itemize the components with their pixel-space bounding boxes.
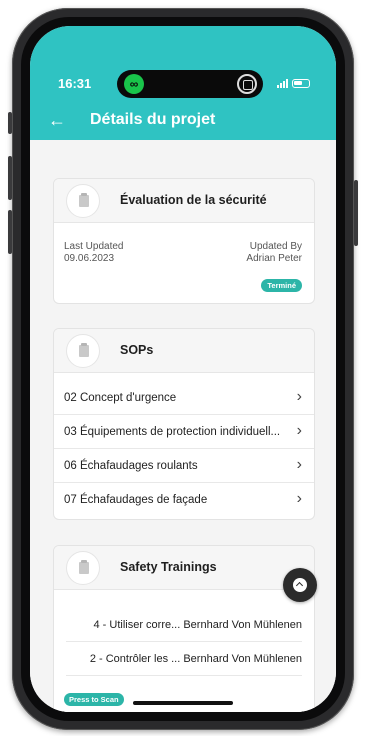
clipboard-icon [66, 184, 100, 218]
chevron-right-icon: › [296, 490, 302, 507]
status-icons [277, 78, 310, 88]
phone-bezel: 16:31 ∞ ← Détails du projet Évaluation d… [21, 17, 345, 721]
last-updated-block: Last Updated 09.06.2023 [64, 241, 124, 264]
chevron-right-icon: › [296, 388, 302, 405]
scroll-up-button[interactable] [283, 568, 317, 602]
sop-item-label: 03 Équipements de protection individuell… [64, 426, 281, 438]
training-item[interactable]: 2 - Contrôler les ... Bernhard Von Mühle… [66, 642, 302, 676]
back-arrow-icon[interactable]: ← [48, 110, 66, 130]
training-item-label: 2 - Contrôler les ... Bernhard Von Mühle… [89, 653, 302, 665]
screen-mirror-icon [237, 74, 257, 94]
status-badge: Terminé [261, 279, 302, 292]
card-header: SOPs [54, 329, 314, 373]
clipboard-icon [66, 334, 100, 368]
power-button [354, 180, 358, 246]
last-updated-value: 09.06.2023 [64, 253, 115, 264]
sop-item[interactable]: 03 Équipements de protection individuell… [54, 415, 314, 449]
sops-card: SOPs 02 Concept d'urgence › 03 Équipemen… [53, 328, 315, 520]
press-to-scan-button[interactable]: Press to Scan [64, 693, 124, 706]
updated-by-value: Adrian Peter [246, 253, 302, 264]
status-bar: 16:31 ∞ [30, 70, 336, 98]
mute-switch [8, 112, 12, 134]
sop-list: 02 Concept d'urgence › 03 Équipements de… [54, 373, 314, 517]
app-header: 16:31 ∞ ← Détails du projet [30, 26, 336, 140]
sop-item-label: 02 Concept d'urgence [64, 392, 177, 404]
card-title: SOPs [120, 343, 154, 357]
signal-icon [277, 78, 288, 88]
nav-bar: ← Détails du projet [30, 108, 336, 138]
card-header: Safety Trainings [54, 546, 314, 590]
updated-by-block: Updated By Adrian Peter [246, 241, 302, 264]
safety-trainings-card: Safety Trainings 4 - Utiliser corre... B… [53, 545, 315, 712]
clipboard-icon [66, 551, 100, 585]
sop-item[interactable]: 02 Concept d'urgence › [54, 381, 314, 415]
link-icon: ∞ [124, 74, 144, 94]
last-updated-label: Last Updated [64, 241, 124, 252]
card-title: Évaluation de la sécurité [120, 193, 267, 207]
sop-item-label: 07 Échafaudages de façade [64, 494, 208, 506]
training-list: 4 - Utiliser corre... Bernhard Von Mühle… [54, 590, 314, 676]
training-item-label: 4 - Utiliser corre... Bernhard Von Mühle… [93, 619, 303, 631]
chevron-right-icon: › [296, 422, 302, 439]
volume-up-button [8, 156, 12, 200]
volume-down-button [8, 210, 12, 254]
sop-item-label: 06 Échafaudages roulants [64, 460, 198, 472]
sop-item[interactable]: 07 Échafaudages de façade › [54, 483, 314, 517]
home-indicator[interactable] [133, 701, 233, 705]
chevron-right-icon: › [296, 456, 302, 473]
battery-icon [292, 78, 310, 88]
page-title: Détails du projet [90, 111, 216, 128]
card-header: Évaluation de la sécurité [54, 179, 314, 223]
screen: 16:31 ∞ ← Détails du projet Évaluation d… [30, 26, 336, 712]
phone-frame: 16:31 ∞ ← Détails du projet Évaluation d… [12, 8, 354, 730]
updated-by-label: Updated By [249, 241, 302, 252]
scroll-up-icon [293, 578, 307, 592]
dynamic-island: ∞ [117, 70, 263, 98]
safety-evaluation-card[interactable]: Évaluation de la sécurité Last Updated 0… [53, 178, 315, 304]
status-time: 16:31 [58, 76, 92, 91]
training-item[interactable]: 4 - Utiliser corre... Bernhard Von Mühle… [66, 608, 302, 642]
card-title: Safety Trainings [120, 560, 217, 574]
content-area: Évaluation de la sécurité Last Updated 0… [30, 140, 336, 712]
sop-item[interactable]: 06 Échafaudages roulants › [54, 449, 314, 483]
